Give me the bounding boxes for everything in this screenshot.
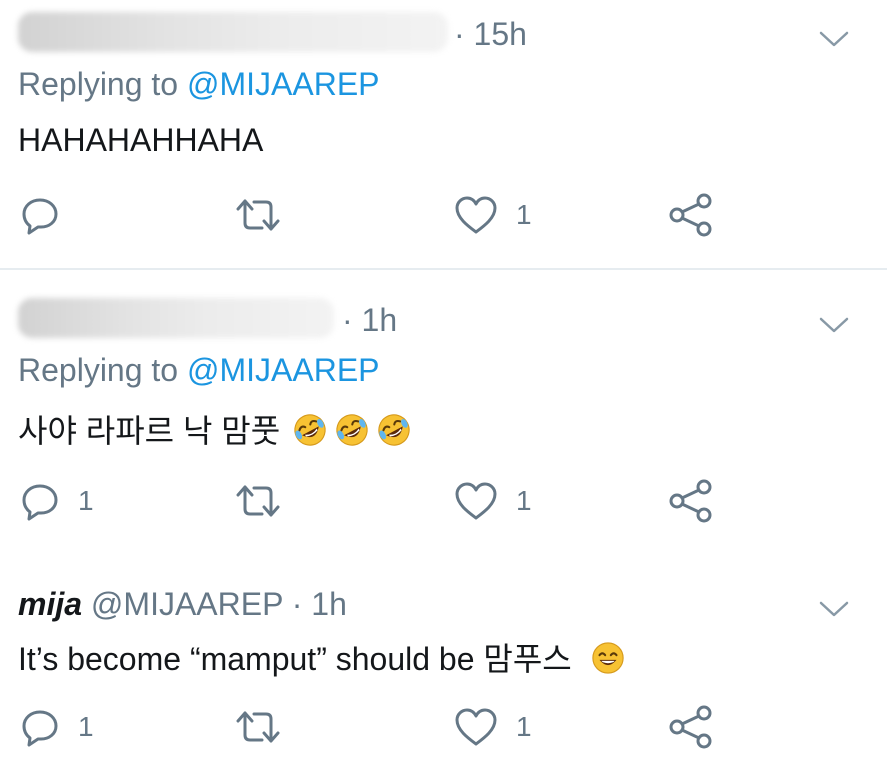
reply-button[interactable]: 1: [20, 476, 94, 526]
retweet-icon: [236, 709, 280, 745]
rolling-on-floor-laughing-emoji: [377, 413, 411, 447]
replying-to: Replying to @MIJAAREP: [18, 352, 380, 389]
share-button[interactable]: [668, 190, 714, 240]
tweet-actions: 1 1: [0, 702, 887, 752]
reply-button[interactable]: 1: [20, 702, 94, 752]
retweet-button[interactable]: [236, 702, 298, 752]
author-handle[interactable]: @MIJAAREP: [91, 586, 283, 622]
rolling-on-floor-laughing-emoji: [335, 413, 369, 447]
like-icon: [454, 195, 498, 235]
share-icon: [668, 479, 714, 523]
grinning-smiling-eyes-emoji: [591, 641, 625, 675]
retweet-icon: [236, 483, 280, 519]
tweet-timestamp[interactable]: · 1h: [342, 302, 397, 339]
share-icon: [668, 705, 714, 749]
chevron-down-icon[interactable]: [819, 600, 849, 618]
tweet-text: HAHAHAHHAHA: [18, 122, 263, 159]
tweet-text: 사야 라파르 낙 맘풋: [18, 406, 411, 452]
replying-to-handle-link[interactable]: @MIJAAREP: [187, 352, 380, 388]
share-button[interactable]: [668, 702, 714, 752]
share-button[interactable]: [668, 476, 714, 526]
tweet[interactable]: mija @MIJAAREP · 1h It’s become “mamput”…: [0, 560, 887, 767]
like-count: 1: [516, 711, 532, 742]
like-count: 1: [516, 199, 532, 230]
like-icon: [454, 707, 498, 747]
reply-count: 1: [78, 485, 94, 516]
tweet-author-line: mija @MIJAAREP · 1h: [18, 586, 347, 623]
replying-to: Replying to @MIJAAREP: [18, 66, 380, 103]
reply-count: 1: [78, 711, 94, 742]
retweet-button[interactable]: [236, 190, 298, 240]
share-icon: [668, 193, 714, 237]
redacted-author-name: [18, 298, 334, 338]
author-name[interactable]: mija: [18, 586, 82, 622]
like-icon: [454, 481, 498, 521]
tweet-text-content: It’s become “mamput” should be 맘푸스: [18, 641, 572, 677]
tweet-timestamp[interactable]: · 15h: [454, 16, 527, 53]
tweet-timestamp[interactable]: · 1h: [292, 586, 347, 622]
tweet-text-content: 사야 라파르 낙 맘풋: [18, 413, 281, 449]
retweet-icon: [236, 197, 280, 233]
tweet-text-content: HAHAHAHHAHA: [18, 122, 264, 158]
like-button[interactable]: 1: [454, 702, 532, 752]
like-button[interactable]: 1: [454, 190, 532, 240]
like-button[interactable]: 1: [454, 476, 532, 526]
tweet-actions: 1 1: [0, 476, 887, 526]
retweet-button[interactable]: [236, 476, 298, 526]
tweet-text: It’s become “mamput” should be 맘푸스: [18, 634, 625, 680]
chevron-down-icon[interactable]: [819, 30, 849, 48]
replying-to-handle-link[interactable]: @MIJAAREP: [187, 66, 380, 102]
tweet[interactable]: · 1h Replying to @MIJAAREP 사야 라파르 낙 맘풋 1…: [0, 270, 887, 560]
reply-button[interactable]: [20, 190, 78, 240]
tweet[interactable]: · 15h Replying to @MIJAAREP HAHAHAHHAHA …: [0, 0, 887, 270]
reply-icon: [20, 481, 60, 521]
reply-icon: [20, 707, 60, 747]
rolling-on-floor-laughing-emoji: [293, 413, 327, 447]
like-count: 1: [516, 485, 532, 516]
replying-to-label: Replying to: [18, 66, 179, 102]
chevron-down-icon[interactable]: [819, 316, 849, 334]
redacted-author-name: [18, 12, 448, 52]
reply-icon: [20, 195, 60, 235]
replying-to-label: Replying to: [18, 352, 179, 388]
tweet-actions: 1: [0, 190, 887, 240]
